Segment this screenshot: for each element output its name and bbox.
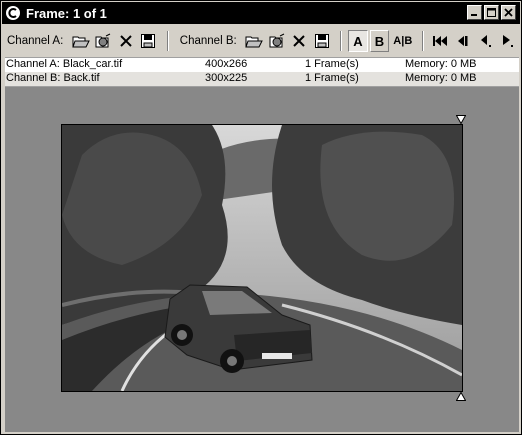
- channel-b-memory: Memory: 0 MB: [405, 72, 477, 84]
- channel-a-info-row[interactable]: Channel A: Black_car.tif 400x266 1 Frame…: [5, 57, 519, 72]
- split-ab-button[interactable]: A|B: [391, 30, 414, 52]
- channel-b-button[interactable]: B: [369, 30, 390, 52]
- car-photo: [62, 125, 462, 391]
- image-viewport[interactable]: [5, 87, 519, 432]
- clear-icon[interactable]: [289, 31, 308, 51]
- frame-window: Frame: 1 of 1 Channel A: Channel B: A B …: [0, 0, 522, 435]
- save-icon[interactable]: [312, 31, 331, 51]
- toolbar: Channel A: Channel B: A B A|B: [2, 26, 520, 56]
- close-icon[interactable]: [501, 5, 516, 20]
- bottom-right-marker-icon[interactable]: [456, 392, 466, 401]
- channel-a-size: 400x266: [205, 58, 248, 70]
- toolbar-separator: [340, 31, 343, 51]
- image-frame: [61, 124, 463, 392]
- channel-b-name: Channel B: Back.tif: [6, 72, 100, 84]
- minimize-icon[interactable]: [467, 5, 482, 20]
- channel-a-button[interactable]: A: [348, 30, 368, 52]
- title-bar[interactable]: Frame: 1 of 1: [2, 2, 520, 24]
- channel-a-frames: 1 Frame(s): [305, 58, 359, 70]
- channel-a-name: Channel A: Black_car.tif: [6, 58, 123, 70]
- channel-b-label: Channel B:: [179, 35, 237, 47]
- save-icon[interactable]: [138, 31, 157, 51]
- channel-b-info-row[interactable]: Channel B: Back.tif 300x225 1 Frame(s) M…: [5, 72, 519, 87]
- open-folder-icon[interactable]: [245, 31, 264, 51]
- first-frame-icon[interactable]: [430, 31, 449, 51]
- channel-b-frames: 1 Frame(s): [305, 72, 359, 84]
- channel-a-label: Channel A:: [7, 35, 64, 47]
- window-title: Frame: 1 of 1: [26, 5, 107, 21]
- clear-icon[interactable]: [116, 31, 135, 51]
- prev-key-icon[interactable]: [475, 31, 494, 51]
- open-sequence-icon[interactable]: [267, 31, 286, 51]
- maximize-icon[interactable]: [484, 5, 499, 20]
- play-icon[interactable]: [498, 31, 517, 51]
- channel-a-memory: Memory: 0 MB: [405, 58, 477, 70]
- toolbar-separator: [166, 31, 169, 51]
- prev-frame-icon[interactable]: [453, 31, 472, 51]
- app-icon[interactable]: [5, 5, 21, 21]
- toolbar-separator: [422, 31, 425, 51]
- channel-b-size: 300x225: [205, 72, 248, 84]
- open-sequence-icon[interactable]: [94, 31, 113, 51]
- top-right-marker-icon[interactable]: [456, 115, 466, 124]
- open-folder-icon[interactable]: [71, 31, 90, 51]
